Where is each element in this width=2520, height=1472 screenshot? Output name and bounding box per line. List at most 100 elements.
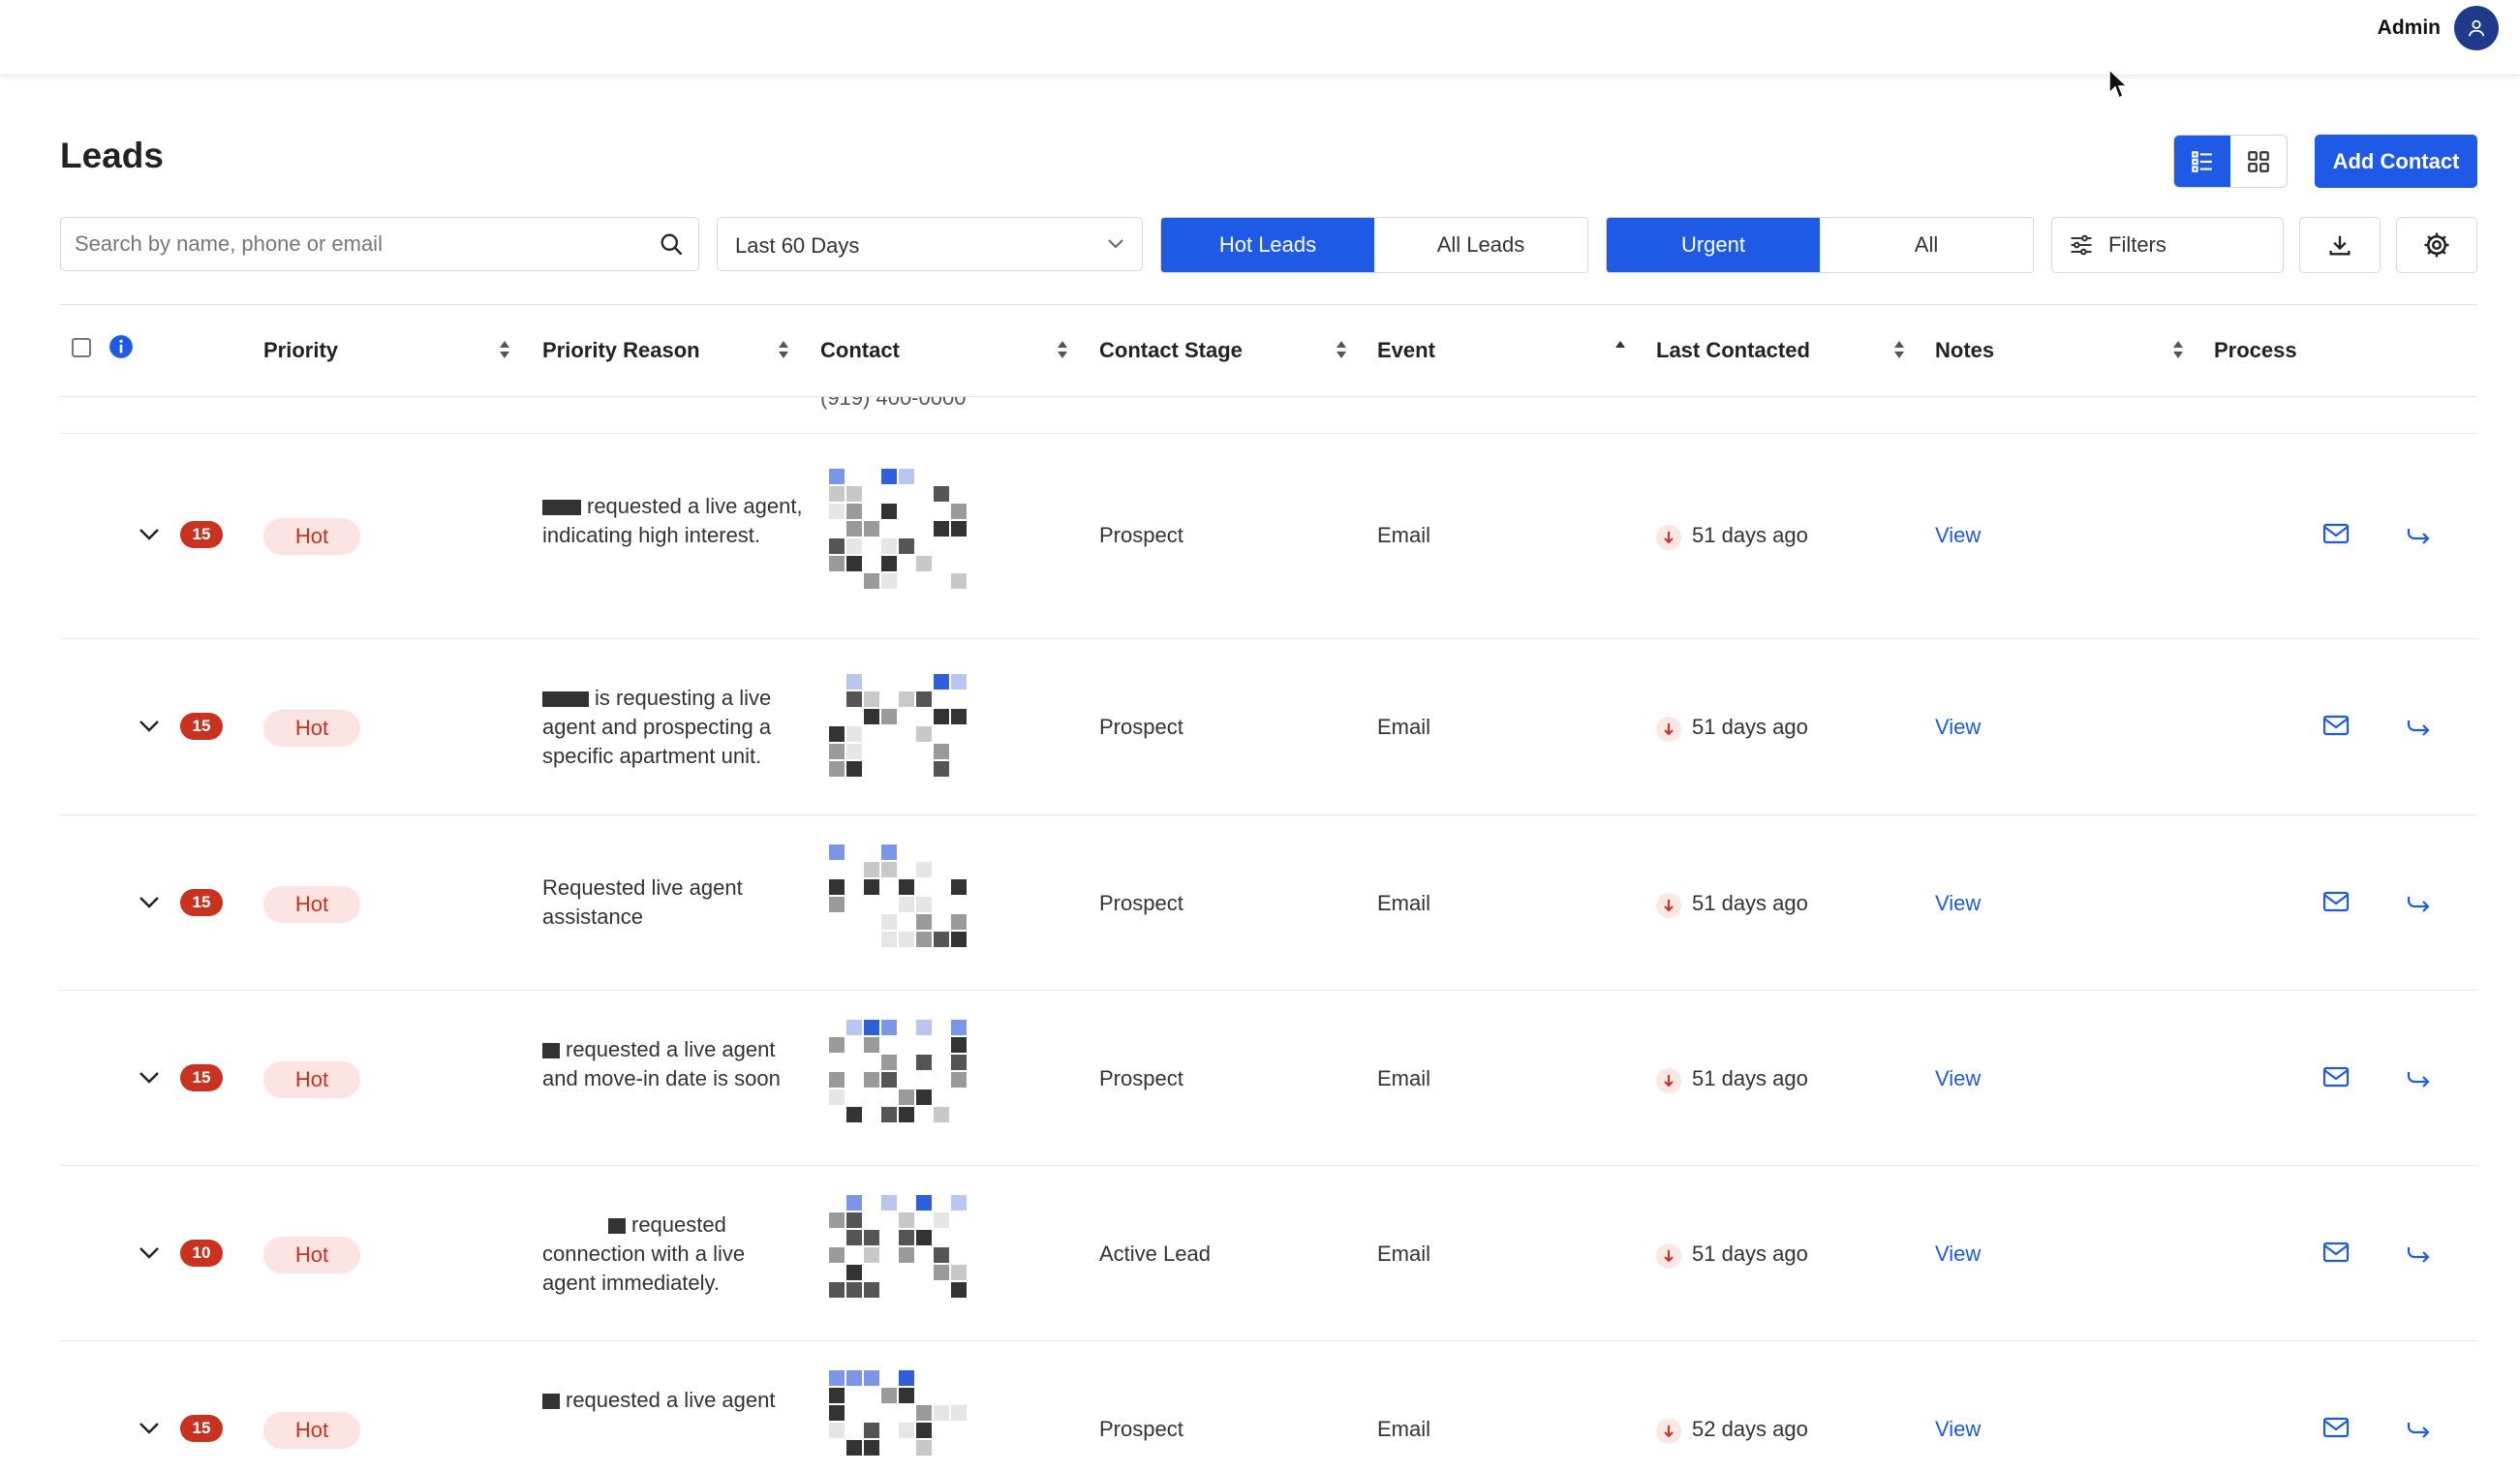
grid-view-button[interactable] — [2230, 136, 2287, 187]
chevron-down-icon[interactable] — [138, 1070, 161, 1086]
forward-icon[interactable] — [2406, 891, 2433, 914]
table-row[interactable]: 10 Hot requested connection with a live … — [60, 1166, 2477, 1341]
search-icon[interactable] — [658, 230, 685, 258]
redaction-pixel — [951, 1265, 967, 1280]
mail-icon[interactable] — [2322, 891, 2350, 912]
grid-view-icon — [2248, 150, 2269, 172]
redaction-pixel — [934, 486, 949, 502]
avatar[interactable] — [2454, 6, 2499, 50]
forward-icon[interactable] — [2406, 1417, 2433, 1440]
contact-redacted[interactable] — [819, 1195, 988, 1311]
chevron-down-icon[interactable] — [138, 1245, 161, 1261]
mail-icon[interactable] — [2322, 1417, 2350, 1438]
table-row[interactable]: 15 Hot is requesting a live agent and pr… — [60, 639, 2477, 815]
filters-button[interactable]: Filters — [2051, 217, 2284, 273]
chevron-down-icon[interactable] — [138, 527, 161, 542]
sort-icon[interactable] — [777, 338, 790, 361]
redaction-pixel — [846, 761, 862, 777]
redaction-pixel — [881, 932, 897, 947]
redaction-pixel — [881, 1195, 897, 1211]
mail-icon[interactable] — [2322, 523, 2350, 544]
redaction-pixel — [829, 1247, 845, 1263]
contact-stage: Active Lead — [1099, 1242, 1211, 1266]
chevron-down-icon[interactable] — [138, 895, 161, 910]
redaction-pixel — [881, 469, 897, 484]
column-last-contacted[interactable]: Last Contacted — [1656, 338, 1810, 363]
redacted-name — [542, 500, 581, 516]
sort-asc-icon[interactable] — [1613, 338, 1627, 361]
mail-icon[interactable] — [2322, 1066, 2350, 1088]
redaction-pixel — [934, 1265, 949, 1280]
search-input[interactable] — [75, 218, 636, 270]
contact-redacted[interactable] — [819, 844, 988, 961]
add-contact-button[interactable]: Add Contact — [2315, 135, 2477, 188]
view-notes-link[interactable]: View — [1935, 1417, 1981, 1442]
sort-icon[interactable] — [498, 338, 511, 361]
forward-icon[interactable] — [2406, 1066, 2433, 1089]
mail-icon[interactable] — [2322, 715, 2350, 736]
contact-stage: Prospect — [1099, 715, 1183, 739]
table-row[interactable]: 15 Hot Requested live agent assistance P… — [60, 815, 2477, 991]
event: Email — [1377, 523, 1431, 547]
redaction-pixel — [899, 1370, 914, 1386]
view-notes-link[interactable]: View — [1935, 1242, 1981, 1267]
contact-redacted[interactable] — [819, 1020, 988, 1136]
redaction-pixel — [846, 674, 862, 690]
redaction-pixel — [899, 879, 914, 895]
column-priority[interactable]: Priority — [263, 338, 338, 363]
tab-urgent[interactable]: Urgent — [1607, 218, 1820, 272]
redaction-pixel — [829, 1388, 845, 1403]
redaction-pixel — [846, 521, 862, 537]
settings-button[interactable] — [2396, 217, 2477, 273]
column-event[interactable]: Event — [1377, 338, 1435, 363]
date-range-select[interactable]: Last 60 Days — [717, 217, 1143, 271]
redaction-pixel — [951, 504, 967, 519]
arrow-down-icon — [1656, 1419, 1681, 1444]
redaction-pixel — [846, 1230, 862, 1245]
contact-redacted[interactable] — [819, 469, 988, 604]
redaction-pixel — [934, 674, 949, 690]
sort-icon[interactable] — [1056, 338, 1069, 361]
sort-icon[interactable] — [1335, 338, 1348, 361]
view-notes-link[interactable]: View — [1935, 523, 1981, 548]
list-view-button[interactable] — [2174, 136, 2230, 187]
info-icon[interactable] — [108, 334, 134, 359]
event: Email — [1377, 1242, 1431, 1266]
column-contact[interactable]: Contact — [820, 338, 900, 363]
lead-type-toggle: Hot Leads All Leads — [1160, 217, 1588, 273]
view-notes-link[interactable]: View — [1935, 891, 1981, 916]
redaction-pixel — [916, 1195, 932, 1211]
tab-all-leads[interactable]: All Leads — [1374, 218, 1587, 272]
redaction-pixel — [916, 932, 932, 947]
view-notes-link[interactable]: View — [1935, 715, 1981, 740]
table-row[interactable]: 15 Hot requested a live agent and move-i… — [60, 991, 2477, 1166]
reason-text: requested a live agent, indicating high … — [542, 494, 803, 547]
forward-icon[interactable] — [2406, 715, 2433, 738]
table-row[interactable]: 15 Hot requested a live agent, indicatin… — [60, 434, 2477, 639]
contact-redacted[interactable] — [819, 674, 988, 781]
download-button[interactable] — [2299, 217, 2381, 273]
contact-redacted[interactable] — [819, 1370, 988, 1472]
redaction-pixel — [899, 538, 914, 554]
redaction-pixel — [864, 1247, 879, 1263]
chevron-down-icon[interactable] — [138, 1421, 161, 1436]
redaction-pixel — [951, 521, 967, 537]
table-row[interactable]: 15 Hot requested a live agent Prospect E… — [60, 1341, 2477, 1472]
redaction-pixel — [829, 844, 845, 860]
chevron-down-icon[interactable] — [138, 719, 161, 734]
column-notes[interactable]: Notes — [1935, 338, 1994, 363]
contact-stage: Prospect — [1099, 1066, 1183, 1090]
tab-hot-leads[interactable]: Hot Leads — [1161, 218, 1374, 272]
forward-icon[interactable] — [2406, 1242, 2433, 1265]
select-all-checkbox[interactable] — [72, 338, 91, 357]
column-priority-reason[interactable]: Priority Reason — [542, 338, 700, 363]
sort-icon[interactable] — [1892, 338, 1906, 361]
tab-all[interactable]: All — [1820, 218, 2033, 272]
contact-stage: Prospect — [1099, 523, 1183, 547]
user-menu[interactable]: Admin — [2378, 6, 2499, 50]
column-contact-stage[interactable]: Contact Stage — [1099, 338, 1243, 363]
view-notes-link[interactable]: View — [1935, 1066, 1981, 1091]
forward-icon[interactable] — [2406, 523, 2433, 546]
sort-icon[interactable] — [2171, 338, 2185, 361]
mail-icon[interactable] — [2322, 1242, 2350, 1263]
